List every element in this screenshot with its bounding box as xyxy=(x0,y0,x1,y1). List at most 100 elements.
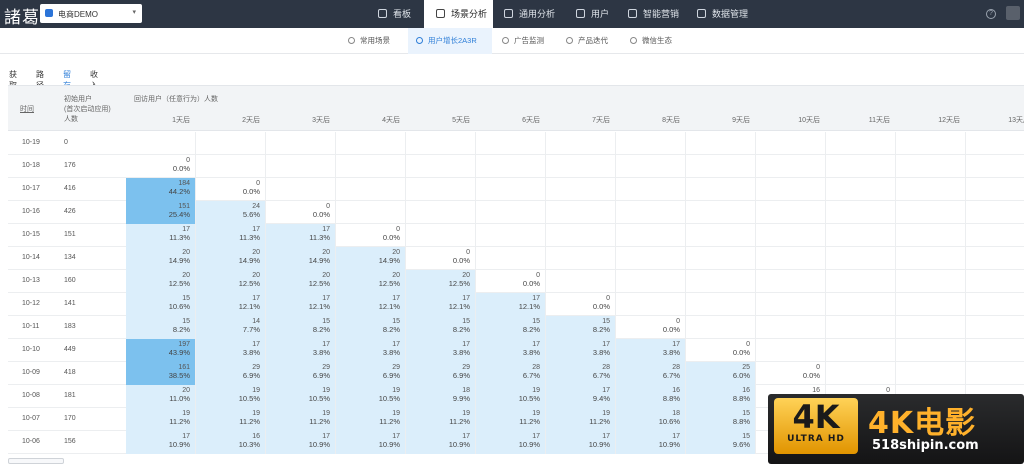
retention-cell: 16 8.8% xyxy=(686,385,756,408)
cell-percent: 14.9% xyxy=(308,256,330,265)
retention-cell xyxy=(476,201,546,224)
retention-cell: 151 25.4% xyxy=(126,201,196,224)
retention-cell xyxy=(686,132,756,155)
horizontal-scrollbar[interactable] xyxy=(8,458,64,464)
subnav-ad-monitoring[interactable]: 广告监测 xyxy=(502,28,558,54)
retention-cell: 28 6.7% xyxy=(546,362,616,385)
retention-cell: 17 3.8% xyxy=(546,339,616,362)
nav-dashboard[interactable]: 看板 xyxy=(378,0,418,28)
cell-count: 17 xyxy=(392,341,400,348)
cell-percent: 11.2% xyxy=(239,417,260,426)
cell-percent: 10.3% xyxy=(238,440,260,449)
initial-users-header: 初始用户 xyxy=(64,96,92,103)
row-date: 10-14 xyxy=(22,254,40,261)
nav-scenario-analysis[interactable]: 场景分析 xyxy=(424,0,493,28)
data-icon xyxy=(697,9,706,18)
retention-cell: 17 12.1% xyxy=(196,293,266,316)
retention-cell xyxy=(896,339,966,362)
cell-percent: 10.9% xyxy=(378,440,400,449)
cell-percent: 12.5% xyxy=(238,279,260,288)
cell-percent: 6.7% xyxy=(592,371,610,380)
cell-count: 19 xyxy=(392,387,400,394)
row-initial-users: 416 xyxy=(64,185,76,192)
retention-cell: 20 11.0% xyxy=(126,385,196,408)
cell-percent: 8.2% xyxy=(522,325,540,334)
scene-icon xyxy=(348,37,355,44)
retention-cell xyxy=(266,178,336,201)
retention-cell xyxy=(896,362,966,385)
cell-percent: 10.9% xyxy=(168,440,190,449)
cell-count: 0 xyxy=(466,249,470,256)
row-initial-users: 426 xyxy=(64,208,76,215)
cell-count: 0 xyxy=(326,203,330,210)
retention-cell xyxy=(896,132,966,155)
cell-count: 17 xyxy=(672,341,680,348)
retention-cell: 17 3.8% xyxy=(616,339,686,362)
subnav-product-iteration[interactable]: 产品迭代 xyxy=(566,28,622,54)
date-column-header[interactable]: 时间 xyxy=(20,104,34,114)
cell-percent: 12.5% xyxy=(448,279,470,288)
cell-percent: 11.3% xyxy=(239,233,260,242)
cell-percent: 0.0% xyxy=(802,371,820,380)
retention-cell: 17 11.3% xyxy=(126,224,196,247)
row-initial-users: 181 xyxy=(64,392,76,399)
nav-user[interactable]: 用户 xyxy=(576,0,612,28)
watermark-url: 518shipin.com xyxy=(872,438,979,453)
help-icon[interactable]: ? xyxy=(986,9,996,19)
retention-cell: 20 14.9% xyxy=(196,247,266,270)
nav-label: 数据管理 xyxy=(712,9,749,19)
table-row: 10-16 426 151 25.4% 24 5.6% 0 0.0% xyxy=(8,201,1024,224)
cell-percent: 12.5% xyxy=(378,279,400,288)
nav-label: 智能营销 xyxy=(643,9,680,19)
retention-cell: 17 10.9% xyxy=(126,431,196,454)
retention-cell xyxy=(896,247,966,270)
app-logo: 諸葛 xyxy=(4,8,40,28)
retention-cell: 15 8.2% xyxy=(266,316,336,339)
retention-cell: 29 6.9% xyxy=(266,362,336,385)
retention-cell xyxy=(546,201,616,224)
cell-percent: 43.9% xyxy=(168,348,190,357)
retention-cell: 29 6.9% xyxy=(336,362,406,385)
cell-percent: 8.2% xyxy=(312,325,330,334)
cell-count: 19 xyxy=(322,387,330,394)
retention-cell: 0 0.0% xyxy=(266,201,336,224)
cell-percent: 10.6% xyxy=(658,417,680,426)
row-initial-users: 134 xyxy=(64,254,76,261)
retention-cell xyxy=(686,155,756,178)
retention-cell: 17 11.3% xyxy=(266,224,336,247)
app-selector[interactable]: 电商DEMO ▾ xyxy=(40,4,142,23)
subnav-wechat[interactable]: 微信生态 xyxy=(630,28,686,54)
nav-smart-marketing[interactable]: 智能营销 xyxy=(628,0,688,28)
retention-cell xyxy=(546,247,616,270)
chevron-down-icon: ▾ xyxy=(132,9,136,16)
retention-cell xyxy=(546,178,616,201)
column-header: 6天后 xyxy=(522,117,540,124)
retention-cell xyxy=(686,270,756,293)
nav-general-analysis[interactable]: 通用分析 xyxy=(504,0,564,28)
cell-count: 15 xyxy=(742,433,750,440)
retention-cell xyxy=(966,224,1024,247)
cell-count: 28 xyxy=(532,364,540,371)
retention-cell xyxy=(896,316,966,339)
row-date: 10-17 xyxy=(22,185,40,192)
retention-cell xyxy=(196,155,266,178)
table-row: 10-10 449 197 43.9% 17 3.8% 17 3.8% 17 3.8% 17 3.8%… xyxy=(8,339,1024,362)
row-date: 10-15 xyxy=(22,231,40,238)
analytics-icon xyxy=(504,9,513,18)
retention-cell: 161 38.5% xyxy=(126,362,196,385)
retention-cell xyxy=(616,247,686,270)
retention-cell xyxy=(756,293,826,316)
cell-count: 15 xyxy=(182,295,190,302)
nav-data-management[interactable]: 数据管理 xyxy=(697,0,759,28)
subnav-user-growth[interactable]: 用户增长2A3R xyxy=(408,28,492,54)
subnav-common-scenes[interactable]: 常用场景 xyxy=(348,28,404,54)
cell-count: 20 xyxy=(182,387,190,394)
retention-cell: 20 14.9% xyxy=(266,247,336,270)
cell-count: 17 xyxy=(322,341,330,348)
avatar[interactable] xyxy=(1006,6,1020,20)
nav-label: 用户 xyxy=(591,9,610,19)
cell-count: 17 xyxy=(392,295,400,302)
retention-cell: 19 11.2% xyxy=(126,408,196,431)
retention-cell xyxy=(826,362,896,385)
cell-percent: 11.2% xyxy=(519,417,540,426)
